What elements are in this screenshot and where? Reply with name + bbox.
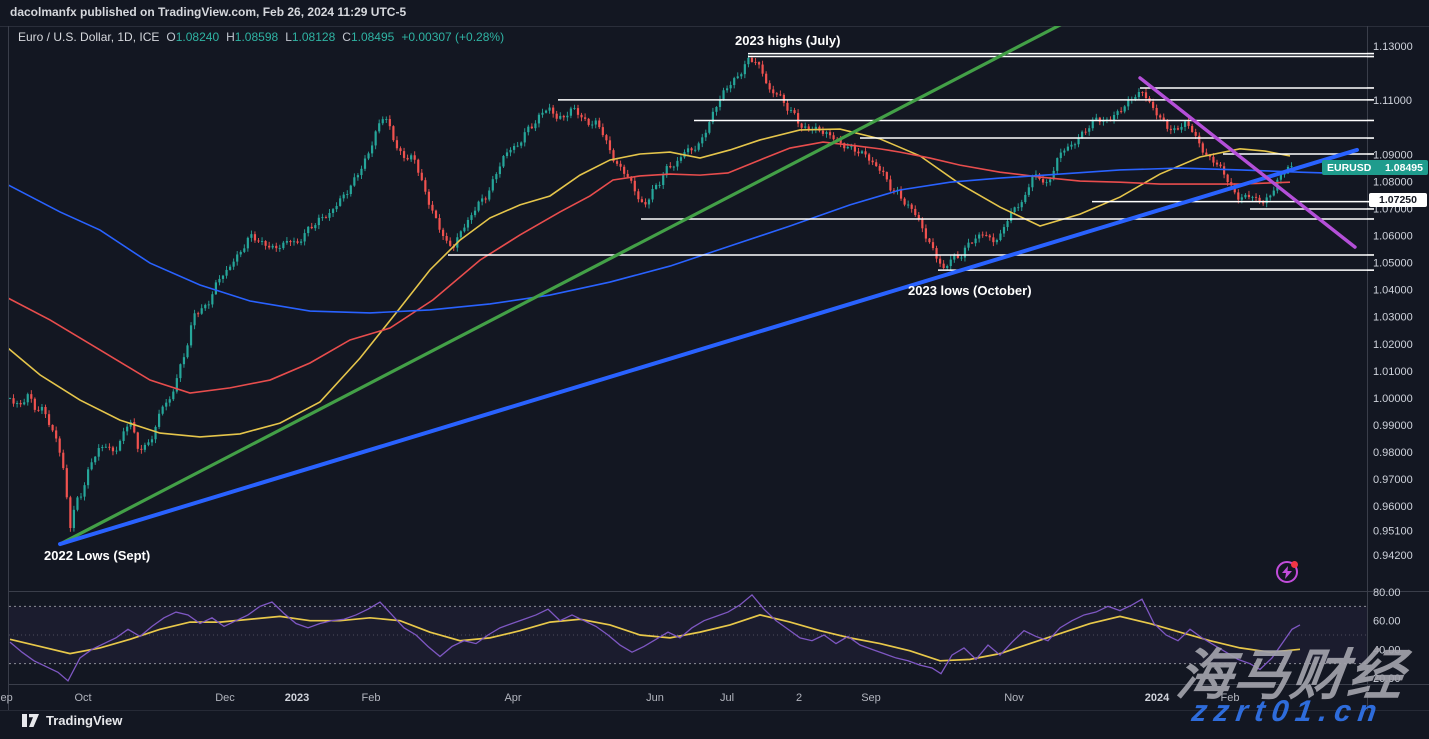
svg-text:0.97000: 0.97000 [1373,474,1413,486]
svg-text:1.13000: 1.13000 [1373,41,1413,53]
symbol-title: Euro / U.S. Dollar, 1D, ICE [18,30,159,44]
tradingview-logo-icon [22,713,40,728]
time-tick-Dec: Dec [215,692,235,704]
lightning-icon [1282,566,1292,579]
last-price-value: 1.08495 [1385,162,1423,174]
svg-text:60.00: 60.00 [1373,616,1401,628]
tradingview-snapshot: dacolmanfx published on TradingView.com,… [0,0,1429,739]
change-value: +0.00307 (+0.28%) [401,30,504,44]
svg-text:0.98000: 0.98000 [1373,447,1413,459]
time-tick-Oct: Oct [74,692,91,704]
svg-text:1.01000: 1.01000 [1373,366,1413,378]
main-chart-svg[interactable]: 1.130001.110001.090001.080001.070001.060… [0,0,1429,739]
time-tick-Jun: Jun [646,692,664,704]
ohlc-label-C: C [342,30,351,44]
time-tick-Nov: Nov [1004,692,1024,704]
svg-text:1.00000: 1.00000 [1373,393,1413,405]
candles-layer [9,55,1293,532]
last-price-symbol: EURUSD [1327,162,1371,174]
ohlc-value-C: 1.08495 [351,30,394,44]
rsi-panel [9,595,1367,681]
svg-text:1.03000: 1.03000 [1373,312,1413,324]
svg-text:0.94200: 0.94200 [1373,550,1413,562]
notification-dot [1291,561,1298,568]
svg-text:1.08000: 1.08000 [1373,176,1413,188]
time-tick-Sep: Sep [0,692,13,704]
flash-ideas-button[interactable] [1276,561,1298,583]
time-axis[interactable]: SepOctDec2023FebAprJunJul2SepNov2024Feb [0,692,1239,704]
tradingview-logo-text: TradingView [46,713,122,728]
time-tick-Jul: Jul [720,692,734,704]
tradingview-logo[interactable]: TradingView [22,713,122,728]
svg-text:1.05000: 1.05000 [1373,258,1413,270]
svg-text:0.99000: 0.99000 [1373,420,1413,432]
ohlc-value-O: 1.08240 [176,30,219,44]
ohlc-label-O: O [166,30,175,44]
time-tick-2024: 2024 [1145,692,1170,704]
svg-text:1.06000: 1.06000 [1373,230,1413,242]
time-tick-Sep: Sep [861,692,881,704]
time-tick-Feb: Feb [362,692,381,704]
svg-text:0.95100: 0.95100 [1373,526,1413,538]
annotation-2022-lows: 2022 Lows (Sept) [44,548,150,563]
last-price-tag: EURUSD 1.08495 [1322,160,1428,175]
price-axis: 1.130001.110001.090001.080001.070001.060… [1373,41,1413,562]
ohlc-value-L: 1.08128 [292,30,335,44]
time-tick-2: 2 [796,692,802,704]
ohlc-label-H: H [226,30,235,44]
support-resistance-levels [448,54,1367,271]
time-tick-2023: 2023 [285,692,309,704]
symbol-legend[interactable]: Euro / U.S. Dollar, 1D, ICEO1.08240H1.08… [18,30,504,44]
svg-text:0.96000: 0.96000 [1373,501,1413,513]
annotation-2023-highs: 2023 highs (July) [735,33,840,48]
ohlc-label-L: L [285,30,292,44]
watermark-url: zzrt01.cn [1190,695,1386,729]
ohlc-value-H: 1.08598 [235,30,278,44]
ohlc-values: O1.08240 H1.08598 L1.08128 C1.08495 [159,30,394,44]
time-tick-Apr: Apr [504,692,521,704]
svg-text:1.04000: 1.04000 [1373,285,1413,297]
svg-text:1.02000: 1.02000 [1373,339,1413,351]
ma-blue [8,168,1360,313]
svg-text:1.11000: 1.11000 [1373,95,1412,107]
svg-text:80.00: 80.00 [1373,587,1401,599]
ma-red [8,142,1290,393]
level-price-tag: 1.07250 [1369,193,1427,207]
annotation-2023-lows: 2023 lows (October) [908,283,1032,298]
